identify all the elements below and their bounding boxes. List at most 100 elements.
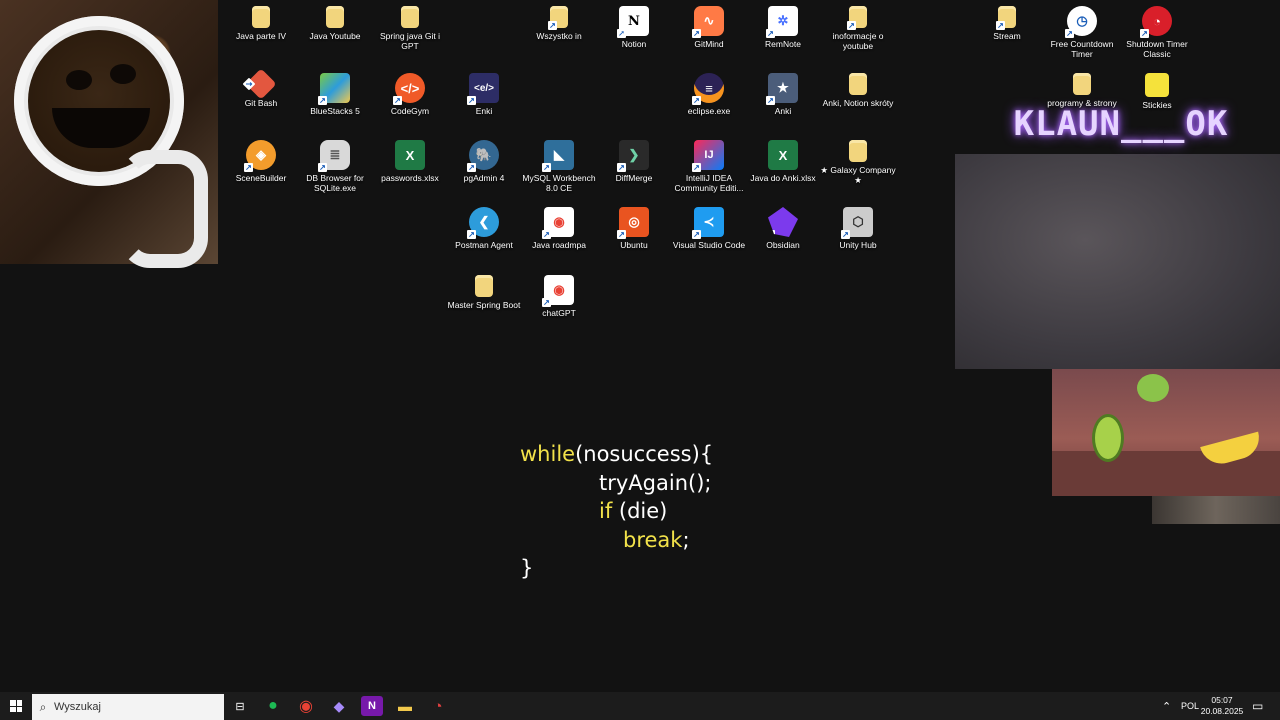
- desktop-icon-label: Visual Studio Code: [672, 240, 746, 250]
- desktop-icon[interactable]: ★Anki: [745, 73, 821, 116]
- desktop-icon[interactable]: Stickies: [1119, 73, 1195, 110]
- remnote-icon: ✲: [766, 6, 798, 38]
- desktop-icon-label: Unity Hub: [839, 240, 877, 250]
- speedometer-icon[interactable]: ◔: [427, 696, 449, 716]
- desktop-icon[interactable]: ✲RemNote: [745, 6, 821, 49]
- desktop-icon[interactable]: ◉chatGPT: [521, 275, 597, 318]
- desktop-icon[interactable]: Java Youtube: [297, 6, 373, 41]
- desktop-icon-label: DB Browser for SQLite.exe: [306, 173, 364, 193]
- folder-icon: [326, 6, 344, 28]
- folder-icon: [849, 140, 867, 162]
- folder-icon: [401, 6, 419, 28]
- language-indicator[interactable]: POL: [1181, 692, 1199, 720]
- desktop-icon[interactable]: Obsidian: [745, 207, 821, 250]
- desktop-icon[interactable]: ❯DiffMerge: [596, 140, 672, 183]
- desktop-icon[interactable]: ★ Galaxy Company ★: [820, 140, 896, 185]
- desktop-icon-label: eclipse.exe: [687, 106, 731, 116]
- folder-icon: [475, 275, 493, 297]
- folder-icon: [847, 6, 867, 30]
- gitmind-icon: ∿: [692, 6, 724, 38]
- chrome-page-icon: ◉: [542, 207, 574, 239]
- desktop-icon[interactable]: ◣MySQL Workbench 8.0 CE: [521, 140, 597, 193]
- desktop-icon[interactable]: BlueStacks 5: [297, 73, 373, 116]
- desktop-icon[interactable]: ❮Postman Agent: [446, 207, 522, 250]
- onenote-icon[interactable]: N: [361, 696, 383, 716]
- desktop-icon[interactable]: <e/>Enki: [446, 73, 522, 116]
- desktop-icon[interactable]: ⬡Unity Hub: [820, 207, 896, 250]
- desktop-icon[interactable]: 🐘pgAdmin 4: [446, 140, 522, 183]
- desktop-icon[interactable]: ≣DB Browser for SQLite.exe: [297, 140, 373, 193]
- folder-icon: [996, 6, 1016, 30]
- search-placeholder: Wyszukaj: [54, 701, 101, 713]
- code-line-5: }: [520, 556, 533, 580]
- desktop-icon[interactable]: Xpasswords.xlsx: [372, 140, 448, 183]
- desktop-icon[interactable]: ∿GitMind: [671, 6, 747, 49]
- vscode-icon: ≺: [692, 207, 724, 239]
- desktop-icon[interactable]: Wszystko in: [521, 6, 597, 41]
- desktop-icon[interactable]: X Java do Anki.xlsx: [745, 140, 821, 183]
- cartoon-avocado: [1092, 414, 1124, 462]
- desktop-icon-label: Free Countdown Timer: [1050, 39, 1114, 59]
- cup-handle: [120, 150, 208, 268]
- desktop-icon[interactable]: Java parte IV: [223, 6, 299, 41]
- clock-date: 20.08.2025: [1200, 706, 1244, 716]
- desktop-icon-label: Java do Anki.xlsx: [750, 173, 816, 183]
- desktop-icon[interactable]: inoformacje o youtube: [820, 6, 896, 51]
- tray-overflow-chevron-icon[interactable]: ⌃: [1162, 692, 1171, 720]
- desktop-icon[interactable]: IJIntelliJ IDEA Community Editi...: [671, 140, 747, 193]
- wallpaper-coffee-image: [0, 0, 218, 268]
- code-line-1: while(nosuccess){: [520, 442, 713, 466]
- desktop-icon[interactable]: ≺Visual Studio Code: [671, 207, 747, 250]
- wallpaper-photo-strip: [1152, 496, 1280, 524]
- desktop-icon[interactable]: ◷Free Countdown Timer: [1044, 6, 1120, 59]
- code-text: tryAgain();: [599, 471, 712, 495]
- smiley-mouth: [52, 108, 150, 148]
- desktop-icon[interactable]: programy & strony: [1044, 73, 1120, 108]
- obsidian-icon[interactable]: ◆: [328, 696, 350, 716]
- taskbar-search-box[interactable]: ⌕ Wyszukaj: [32, 694, 224, 720]
- desktop-icon-label: Enki: [475, 106, 493, 116]
- desktop-icon-label: Stream: [993, 31, 1021, 41]
- desktop-icon[interactable]: Spring java Git i GPT: [372, 6, 448, 51]
- chrome-icon[interactable]: ◉: [295, 696, 317, 716]
- spotify-icon[interactable]: ●: [262, 696, 284, 716]
- desktop-icon[interactable]: </>CodeGym: [372, 73, 448, 116]
- database-icon: ≣: [318, 140, 350, 172]
- desktop-icon[interactable]: Anki, Notion skróty: [820, 73, 896, 108]
- excel-file-icon: X: [395, 140, 425, 170]
- postman-icon: ❮: [467, 207, 499, 239]
- code-text: (nosuccess){: [575, 442, 714, 466]
- clock[interactable]: 05:07 20.08.2025: [1200, 692, 1244, 720]
- desktop-icon-label: Java roadmpa: [532, 240, 586, 250]
- desktop-icon[interactable]: ◔Shutdown Timer Classic: [1119, 6, 1195, 59]
- code-text: }: [520, 556, 534, 580]
- desktop-icon-label: Stickies: [1142, 100, 1172, 110]
- notifications-icon[interactable]: ▭: [1252, 692, 1263, 720]
- desktop-icon[interactable]: NNotion: [596, 6, 672, 49]
- neon-sign-text: KLAUN___OK: [1013, 104, 1229, 144]
- taskbar: ⌕ Wyszukaj ⊟ ● ◉ ◆ N ▬ ◔ ⌃ POL 05:07 20.…: [0, 692, 1280, 720]
- task-view-icon[interactable]: ⊟: [229, 696, 251, 716]
- pgadmin-elephant-icon: 🐘: [467, 140, 499, 172]
- desktop-icon-label: Postman Agent: [455, 240, 513, 250]
- desktop-icon[interactable]: Git Bash: [223, 68, 299, 108]
- code-line-4: break;: [623, 528, 690, 552]
- code-keyword: while: [520, 442, 576, 466]
- desktop-icon-label: Java parte IV: [235, 31, 287, 41]
- desktop-icon[interactable]: Master Spring Boot: [446, 275, 522, 310]
- desktop-icon-label: Master Spring Boot: [447, 300, 521, 310]
- search-icon: ⌕: [39, 699, 47, 714]
- desktop-icon[interactable]: ◎Ubuntu: [596, 207, 672, 250]
- desktop-icon-label: Anki: [774, 106, 792, 116]
- desktop-icon[interactable]: ◈SceneBuilder: [223, 140, 299, 183]
- file-explorer-icon[interactable]: ▬: [394, 696, 416, 716]
- desktop-icon-label: Shutdown Timer Classic: [1126, 39, 1188, 59]
- desktop-icon-label: Java Youtube: [309, 31, 361, 41]
- desktop-icon-label: Spring java Git i GPT: [380, 31, 440, 51]
- desktop-icon[interactable]: Stream: [969, 6, 1045, 41]
- start-button[interactable]: [0, 692, 32, 720]
- desktop-icon[interactable]: ◉Java roadmpa: [521, 207, 597, 250]
- smiley-right-eye: [110, 64, 136, 84]
- desktop-icon-label: GitMind: [694, 39, 724, 49]
- desktop-icon[interactable]: ≡eclipse.exe: [671, 73, 747, 116]
